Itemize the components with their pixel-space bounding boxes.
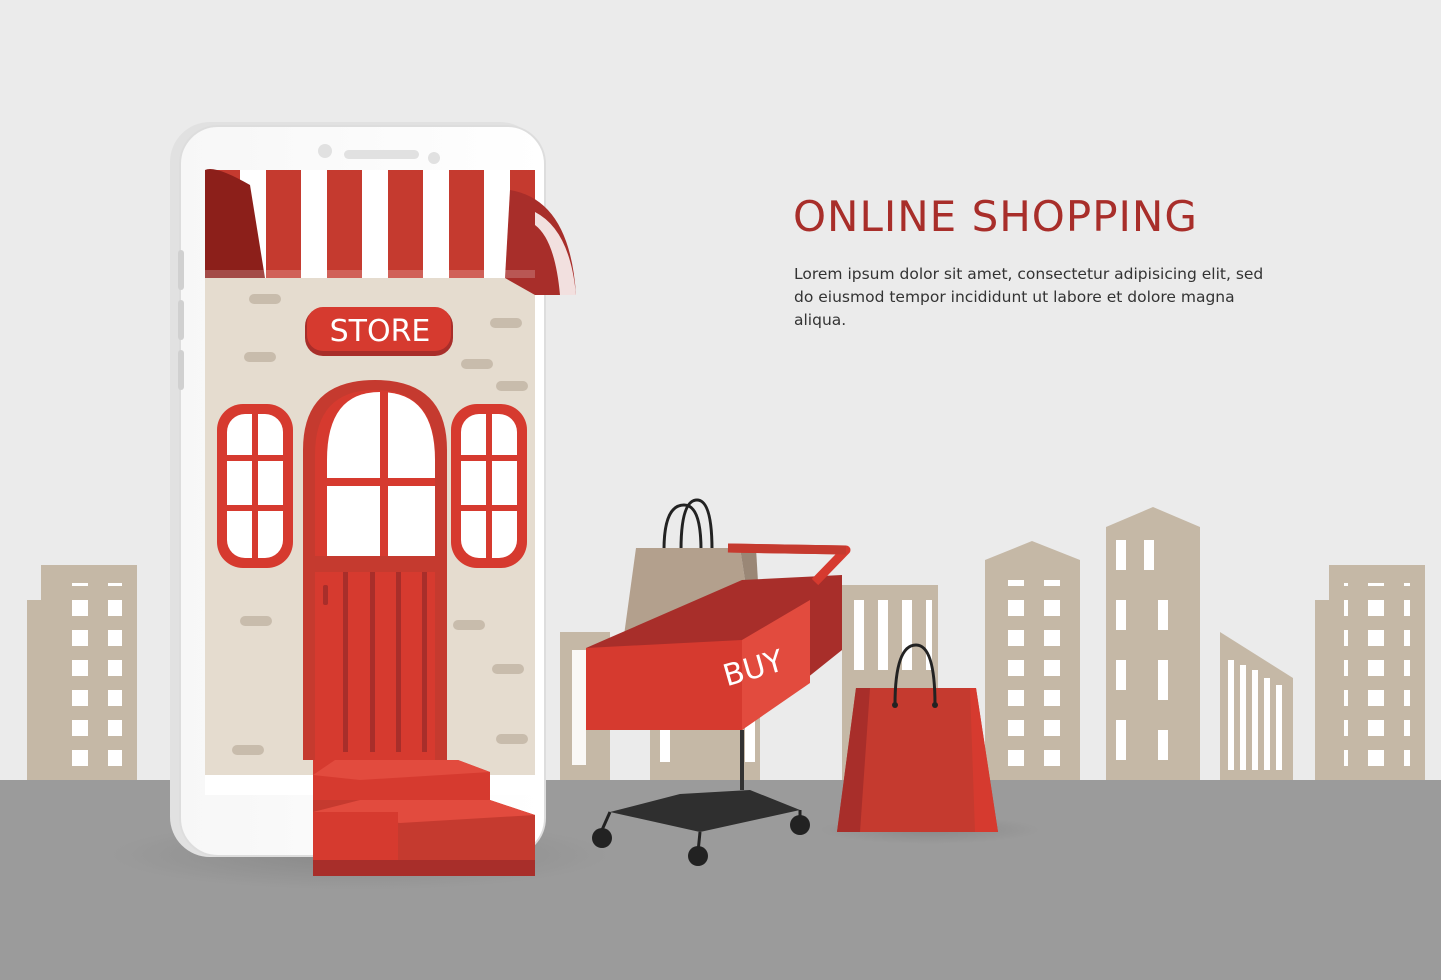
window-right xyxy=(451,404,527,568)
shopping-illustration: STORE BUY xyxy=(0,122,1441,980)
cart-wheel xyxy=(790,815,810,835)
store-sign: STORE xyxy=(305,307,453,356)
building xyxy=(1106,507,1200,780)
store-awning xyxy=(205,169,576,295)
building xyxy=(1315,565,1425,780)
building xyxy=(27,565,137,780)
window-left xyxy=(217,404,293,568)
cart-wheel xyxy=(592,828,612,848)
store-sign-label: STORE xyxy=(330,314,431,349)
body-text: Lorem ipsum dolor sit amet, consectetur … xyxy=(794,265,1264,329)
building xyxy=(985,541,1080,780)
cart-wheel xyxy=(688,846,708,866)
headline: ONLINE SHOPPING xyxy=(793,192,1198,241)
building xyxy=(1220,632,1293,780)
store-door xyxy=(303,380,447,760)
